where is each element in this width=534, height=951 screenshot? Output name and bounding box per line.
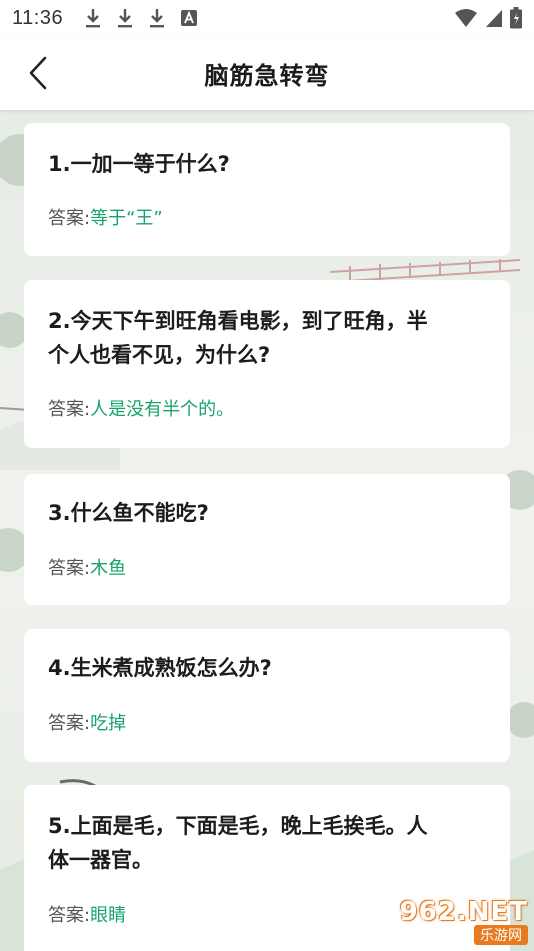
riddle-answer-row: 答案:眼睛: [48, 903, 126, 929]
status-bar: 11:36: [0, 0, 534, 36]
signal-icon: [486, 10, 502, 27]
download-icon: [150, 9, 165, 28]
riddle-question-line: 体一器官。: [48, 848, 153, 872]
answer-text: 等于“王”: [90, 208, 163, 229]
riddle-card[interactable]: 2.今天下午到旺角看电影，到了旺角，半 个人也看不见，为什么? 答案:人是没有半…: [24, 280, 510, 448]
riddle-question: 4.生米煮成熟饭怎么办?: [48, 656, 272, 680]
riddle-list[interactable]: 1.一加一等于什么? 答案:等于“王” 2.今天下午到旺角看电影，到了旺角，半 …: [0, 110, 534, 951]
watermark-logo: 962.NET 乐游网: [400, 897, 528, 945]
app-header: 脑筋急转弯: [0, 36, 534, 110]
download-icon: [118, 9, 133, 28]
page-title: 脑筋急转弯: [204, 61, 330, 90]
battery-icon: [510, 7, 522, 29]
riddle-answer-row: 答案:人是没有半个的。: [48, 397, 234, 423]
answer-label: 答案:: [48, 399, 91, 420]
riddle-question-line: 个人也看不见，为什么?: [48, 343, 271, 367]
riddle-answer-row: 答案:木鱼: [48, 556, 126, 582]
riddle-question-line: 2.今天下午到旺角看电影，到了旺角，半: [48, 309, 428, 333]
answer-label: 答案:: [48, 208, 91, 229]
riddle-question: 2.今天下午到旺角看电影，到了旺角，半 个人也看不见，为什么?: [48, 304, 428, 372]
answer-label: 答案:: [48, 713, 91, 734]
chevron-left-icon: [29, 56, 47, 90]
answer-label: 答案:: [48, 905, 91, 926]
riddle-answer-row: 答案:吃掉: [48, 711, 126, 737]
riddle-answer-row: 答案:等于“王”: [48, 206, 163, 232]
answer-text: 人是没有半个的。: [90, 399, 235, 420]
answer-text: 木鱼: [90, 558, 127, 579]
riddle-card[interactable]: 1.一加一等于什么? 答案:等于“王”: [24, 123, 510, 256]
riddle-card[interactable]: 3.什么鱼不能吃? 答案:木鱼: [24, 474, 510, 605]
riddle-question: 5.上面是毛，下面是毛，晚上毛挨毛。人 体一器官。: [48, 809, 428, 877]
watermark-main: 962.NET: [399, 897, 528, 927]
riddle-question-line: 5.上面是毛，下面是毛，晚上毛挨毛。人: [48, 814, 428, 838]
wifi-icon: [455, 9, 477, 27]
answer-text: 吃掉: [90, 713, 127, 734]
download-icon: [86, 9, 101, 28]
status-right-icons: [454, 7, 522, 29]
back-button[interactable]: [18, 53, 58, 93]
riddle-question: 1.一加一等于什么?: [48, 152, 230, 176]
status-time: 11:36: [12, 6, 64, 29]
a-icon: [181, 10, 198, 26]
riddle-card[interactable]: 4.生米煮成熟饭怎么办? 答案:吃掉: [24, 629, 510, 762]
watermark-sub: 乐游网: [474, 925, 528, 945]
answer-label: 答案:: [48, 558, 91, 579]
answer-text: 眼睛: [90, 905, 127, 926]
notification-icons: [83, 7, 199, 29]
riddle-question: 3.什么鱼不能吃?: [48, 501, 209, 525]
